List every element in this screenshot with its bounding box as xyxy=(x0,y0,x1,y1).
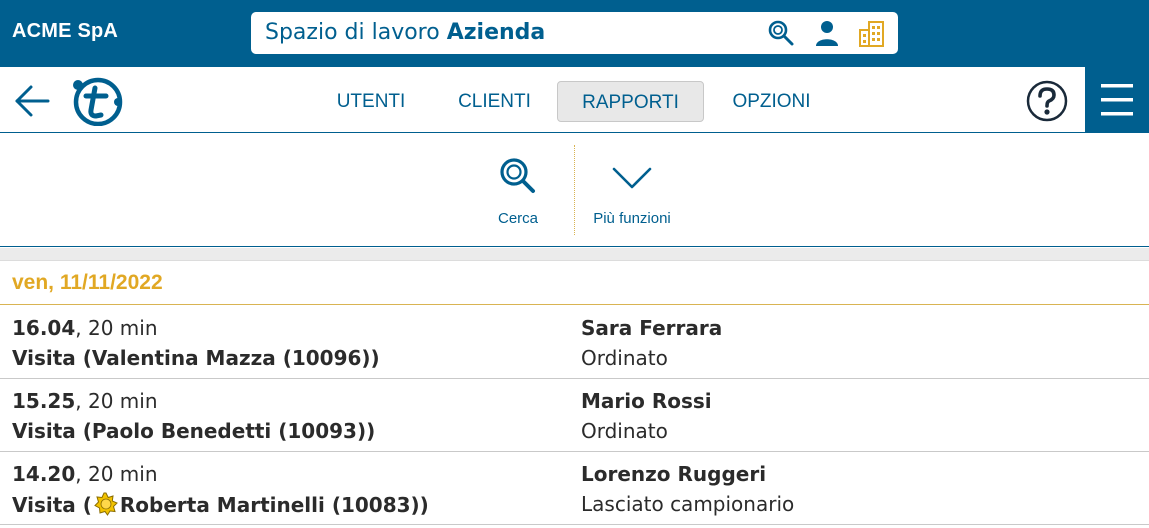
section-gap xyxy=(0,248,1149,261)
hamburger-menu-icon xyxy=(1101,84,1133,116)
workspace-prefix: Spazio di lavoro xyxy=(265,20,440,45)
visit-status: Ordinato xyxy=(581,346,668,370)
more-functions-label: Più funzioni xyxy=(593,210,671,227)
visit-title: Visita (Valentina Mazza (10096)) xyxy=(12,346,380,370)
date-label: ven, 11/11/2022 xyxy=(12,271,163,294)
app-logo[interactable] xyxy=(70,76,124,126)
workspace-selector[interactable]: Spazio di lavoro Azienda xyxy=(251,12,898,54)
back-arrow-icon[interactable] xyxy=(12,81,52,121)
visit-person: Sara Ferrara xyxy=(581,316,723,340)
tab-rapporti[interactable]: RAPPORTI xyxy=(557,81,704,122)
list-item[interactable]: 14.20, 20 min Visita ( Roberta Martinell… xyxy=(0,452,1149,525)
visit-person: Lorenzo Ruggeri xyxy=(581,462,767,486)
tab-utenti[interactable]: UTENTI xyxy=(320,81,422,122)
function-toolbar: Cerca Più funzioni xyxy=(0,134,1149,247)
visit-time: 14.20, 20 min xyxy=(12,462,158,486)
company-name: ACME SpA xyxy=(12,20,119,42)
list-item[interactable]: 15.25, 20 min Visita (Paolo Benedetti (1… xyxy=(0,379,1149,452)
visit-status: Ordinato xyxy=(581,419,668,443)
toolbar-divider xyxy=(574,145,575,235)
visit-title: Visita ( Roberta Martinelli (10083)) xyxy=(12,492,429,517)
search-icon xyxy=(500,158,535,193)
help-icon[interactable] xyxy=(1026,80,1068,122)
visit-title: Visita (Paolo Benedetti (10093)) xyxy=(12,419,376,443)
user-icon[interactable] xyxy=(813,19,841,47)
chevron-down-icon xyxy=(612,167,652,189)
workspace-name: Azienda xyxy=(446,20,546,45)
workspace-label: Spazio di lavoro Azienda xyxy=(265,20,545,45)
tab-clienti[interactable]: CLIENTI xyxy=(443,81,546,122)
tab-opzioni[interactable]: OPZIONI xyxy=(716,81,827,122)
hamburger-menu-button[interactable] xyxy=(1085,67,1149,132)
top-bar: ACME SpA Spazio di lavoro Azienda xyxy=(0,0,1149,67)
search-tool-label: Cerca xyxy=(497,210,538,227)
nav-bar: UTENTI CLIENTI RAPPORTI OPZIONI xyxy=(0,67,1149,133)
visit-status: Lasciato campionario xyxy=(581,492,795,516)
visit-time: 15.25, 20 min xyxy=(12,389,158,413)
date-header: ven, 11/11/2022 xyxy=(0,262,1149,305)
more-functions-button[interactable]: Più funzioni xyxy=(582,134,682,247)
badge-star-icon xyxy=(94,492,118,516)
search-icon[interactable] xyxy=(767,19,795,47)
list-item[interactable]: 16.04, 20 min Visita (Valentina Mazza (1… xyxy=(0,306,1149,379)
visit-person: Mario Rossi xyxy=(581,389,712,413)
search-tool-button[interactable]: Cerca xyxy=(478,134,558,247)
buildings-icon[interactable] xyxy=(858,19,886,47)
visit-time: 16.04, 20 min xyxy=(12,316,158,340)
